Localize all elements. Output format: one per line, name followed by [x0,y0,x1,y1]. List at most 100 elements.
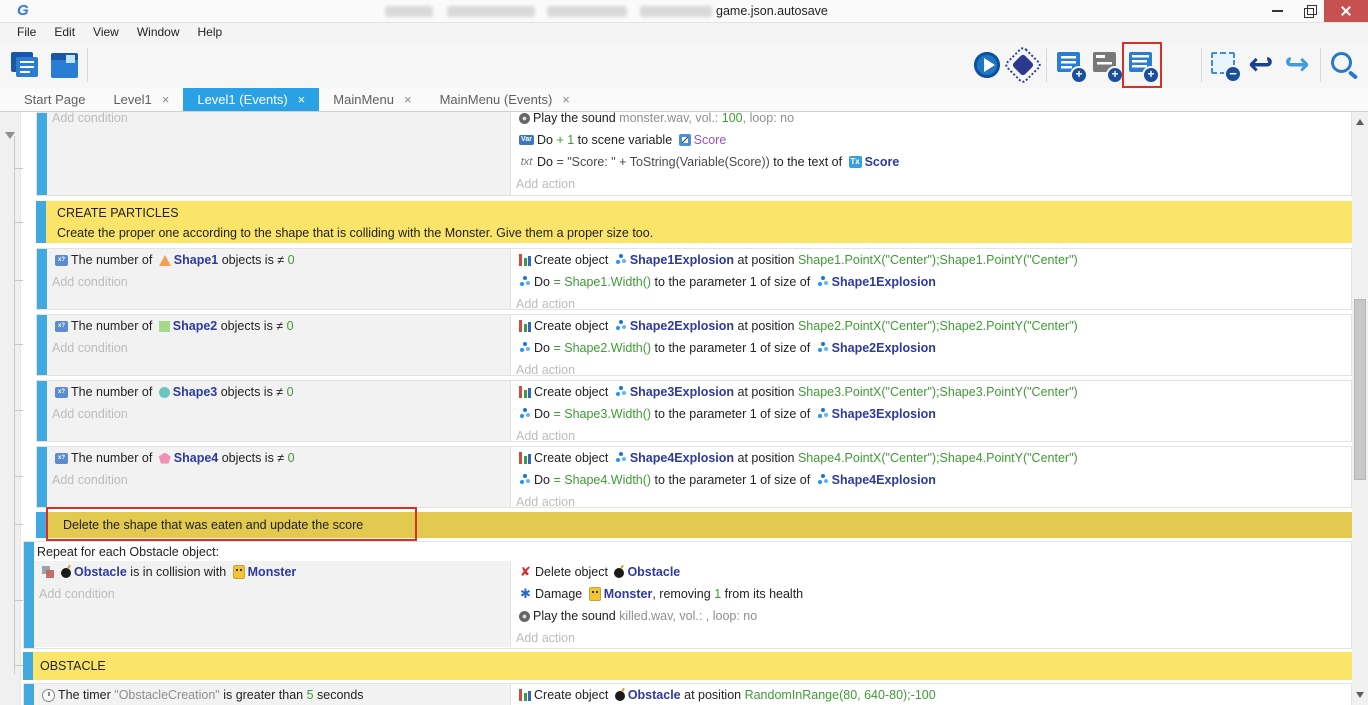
add-comment-button[interactable] [1089,45,1123,85]
event-line[interactable]: x?The number of Shape2 objects is ≠ 0 [47,315,510,337]
event-line[interactable]: Do = Shape2.Width() to the parameter 1 o… [511,337,1351,359]
comment-body[interactable]: Delete the shape that was eaten and upda… [46,512,1352,538]
menu-file[interactable]: File [8,23,45,42]
menu-edit[interactable]: Edit [45,23,84,42]
event-block[interactable]: Add condition Play the sound monster.wav,… [36,112,1352,196]
text-segment: Do [534,341,553,355]
event-line[interactable]: Add action [511,359,1351,375]
comment-event[interactable]: CREATE PARTICLESCreate the proper one ac… [36,201,1352,243]
event-line[interactable]: Add condition [34,583,510,605]
add-placeholder[interactable]: Add action [516,297,575,309]
event-line[interactable]: Do = Shape4.Width() to the parameter 1 o… [511,469,1351,491]
scrollbar-thumb[interactable] [1354,299,1366,480]
create-object-icon [519,386,531,398]
event-line[interactable]: Create object Shape2Explosion at positio… [511,315,1351,337]
event-line[interactable]: Add condition [47,337,510,359]
tab-close-icon[interactable]: × [298,92,306,107]
delete-selection-button[interactable] [1208,45,1242,85]
scene-editor-button[interactable] [47,45,81,85]
event-line[interactable]: VarDo + 1 to scene variable Score [511,129,1351,151]
event-line[interactable]: Create object Obstacle at position Rando… [511,684,1351,705]
event-line[interactable]: ✘Delete object Obstacle [511,561,1351,583]
event-block[interactable]: x?The number of Shape1 objects is ≠ 0 Add… [36,248,1352,310]
event-line[interactable]: Add action [511,491,1351,507]
comment-body[interactable]: OBSTACLE [33,652,1352,680]
search-button[interactable] [1327,45,1361,85]
add-placeholder[interactable]: Add action [516,495,575,507]
event-line[interactable]: Do = Shape1.Width() to the parameter 1 o… [511,271,1351,293]
comment-event[interactable]: OBSTACLE [23,652,1352,680]
event-block[interactable]: x?The number of Shape3 objects is ≠ 0 Add… [36,380,1352,442]
text-segment: objects is ≠ [218,451,287,465]
restore-button[interactable] [1293,0,1324,22]
event-line[interactable]: Play the sound monster.wav, vol.: 100, l… [511,112,1351,129]
add-placeholder[interactable]: Add action [516,363,575,375]
comment-event[interactable]: Delete the shape that was eaten and upda… [36,512,1352,538]
scroll-down-icon[interactable] [1356,692,1364,698]
menu-window[interactable]: Window [128,23,189,42]
event-line[interactable]: x?The number of Shape3 objects is ≠ 0 [47,381,510,403]
tab-close-icon[interactable]: × [162,92,170,107]
tab-close-icon[interactable]: × [404,92,412,107]
shape4-pentagon-icon [159,453,171,464]
event-line[interactable]: Create object Shape4Explosion at positio… [511,447,1351,469]
event-line[interactable]: ✱Damage Monster, removing 1 from its hea… [511,583,1351,605]
event-block[interactable]: The timer "ObstacleCreation" is greater … [23,683,1352,705]
event-line[interactable]: txtDo = "Score: " + ToString(Variable(Sc… [511,151,1351,173]
event-line[interactable]: Add action [511,293,1351,309]
add-placeholder[interactable]: Add condition [52,341,128,355]
event-line[interactable]: Obstacle is in collision with Monster [34,561,510,583]
event-line[interactable]: Add action [511,627,1351,647]
event-block[interactable]: x?The number of Shape2 objects is ≠ 0 Add… [36,314,1352,376]
add-placeholder[interactable]: Add condition [52,473,128,487]
tree-line [14,136,15,674]
event-line[interactable]: Add condition [47,271,510,293]
add-placeholder[interactable]: Add condition [39,587,115,601]
redo-button[interactable] [1280,45,1314,85]
event-line[interactable]: Add action [511,173,1351,195]
close-button[interactable] [1324,0,1368,22]
add-placeholder[interactable]: Add action [516,631,575,645]
comment-text: Create the proper one according to the s… [57,223,1352,243]
add-event-circle-button[interactable] [1161,45,1195,85]
tab-close-icon[interactable]: × [562,92,570,107]
event-block[interactable]: x?The number of Shape4 objects is ≠ 0 Add… [36,446,1352,508]
event-line[interactable]: Play the sound killed.wav, vol.: , loop:… [511,605,1351,627]
event-line[interactable]: Create object Shape3Explosion at positio… [511,381,1351,403]
text-segment: Shape3Explosion [832,407,936,421]
event-line[interactable]: x?The number of Shape1 objects is ≠ 0 [47,249,510,271]
event-line[interactable]: Create object Shape1Explosion at positio… [511,249,1351,271]
tab-mainmenu[interactable]: MainMenu× [319,88,425,111]
event-line[interactable]: x?The number of Shape4 objects is ≠ 0 [47,447,510,469]
project-manager-button[interactable] [7,45,45,85]
menu-view[interactable]: View [84,23,128,42]
undo-button[interactable] [1244,45,1278,85]
event-block[interactable]: Repeat for each Obstacle object:Obstacle… [23,541,1352,649]
add-placeholder[interactable]: Add action [516,177,575,191]
event-header[interactable]: Repeat for each Obstacle object: [34,542,1351,561]
event-line[interactable]: Add condition [47,403,510,425]
tab-level1[interactable]: Level1× [99,88,183,111]
debug-button[interactable] [1006,45,1040,85]
comment-body[interactable]: CREATE PARTICLESCreate the proper one ac… [46,201,1352,243]
add-subevent-button[interactable] [1125,45,1159,85]
event-line[interactable]: The timer "ObstacleCreation" is greater … [34,684,510,705]
tab-mainmenu-events-[interactable]: MainMenu (Events)× [426,88,584,111]
collapse-expander-icon[interactable] [5,132,15,139]
tab-level1-events-[interactable]: Level1 (Events)× [183,88,319,111]
add-placeholder[interactable]: Add action [516,429,575,441]
event-line[interactable]: Add action [511,425,1351,441]
add-placeholder[interactable]: Add condition [52,275,128,289]
minimize-button[interactable] [1262,0,1293,22]
add-placeholder[interactable]: Add condition [52,112,128,125]
event-line[interactable]: Add condition [47,112,510,129]
event-line[interactable]: Do = Shape3.Width() to the parameter 1 o… [511,403,1351,425]
event-line[interactable]: Add condition [47,469,510,491]
add-placeholder[interactable]: Add condition [52,407,128,421]
add-standard-event-button[interactable] [1053,45,1087,85]
play-button[interactable] [970,45,1004,85]
tab-start-page[interactable]: Start Page [10,88,99,111]
scroll-up-icon[interactable] [1356,119,1364,125]
menu-help[interactable]: Help [189,23,232,42]
vertical-scrollbar[interactable] [1352,112,1368,705]
